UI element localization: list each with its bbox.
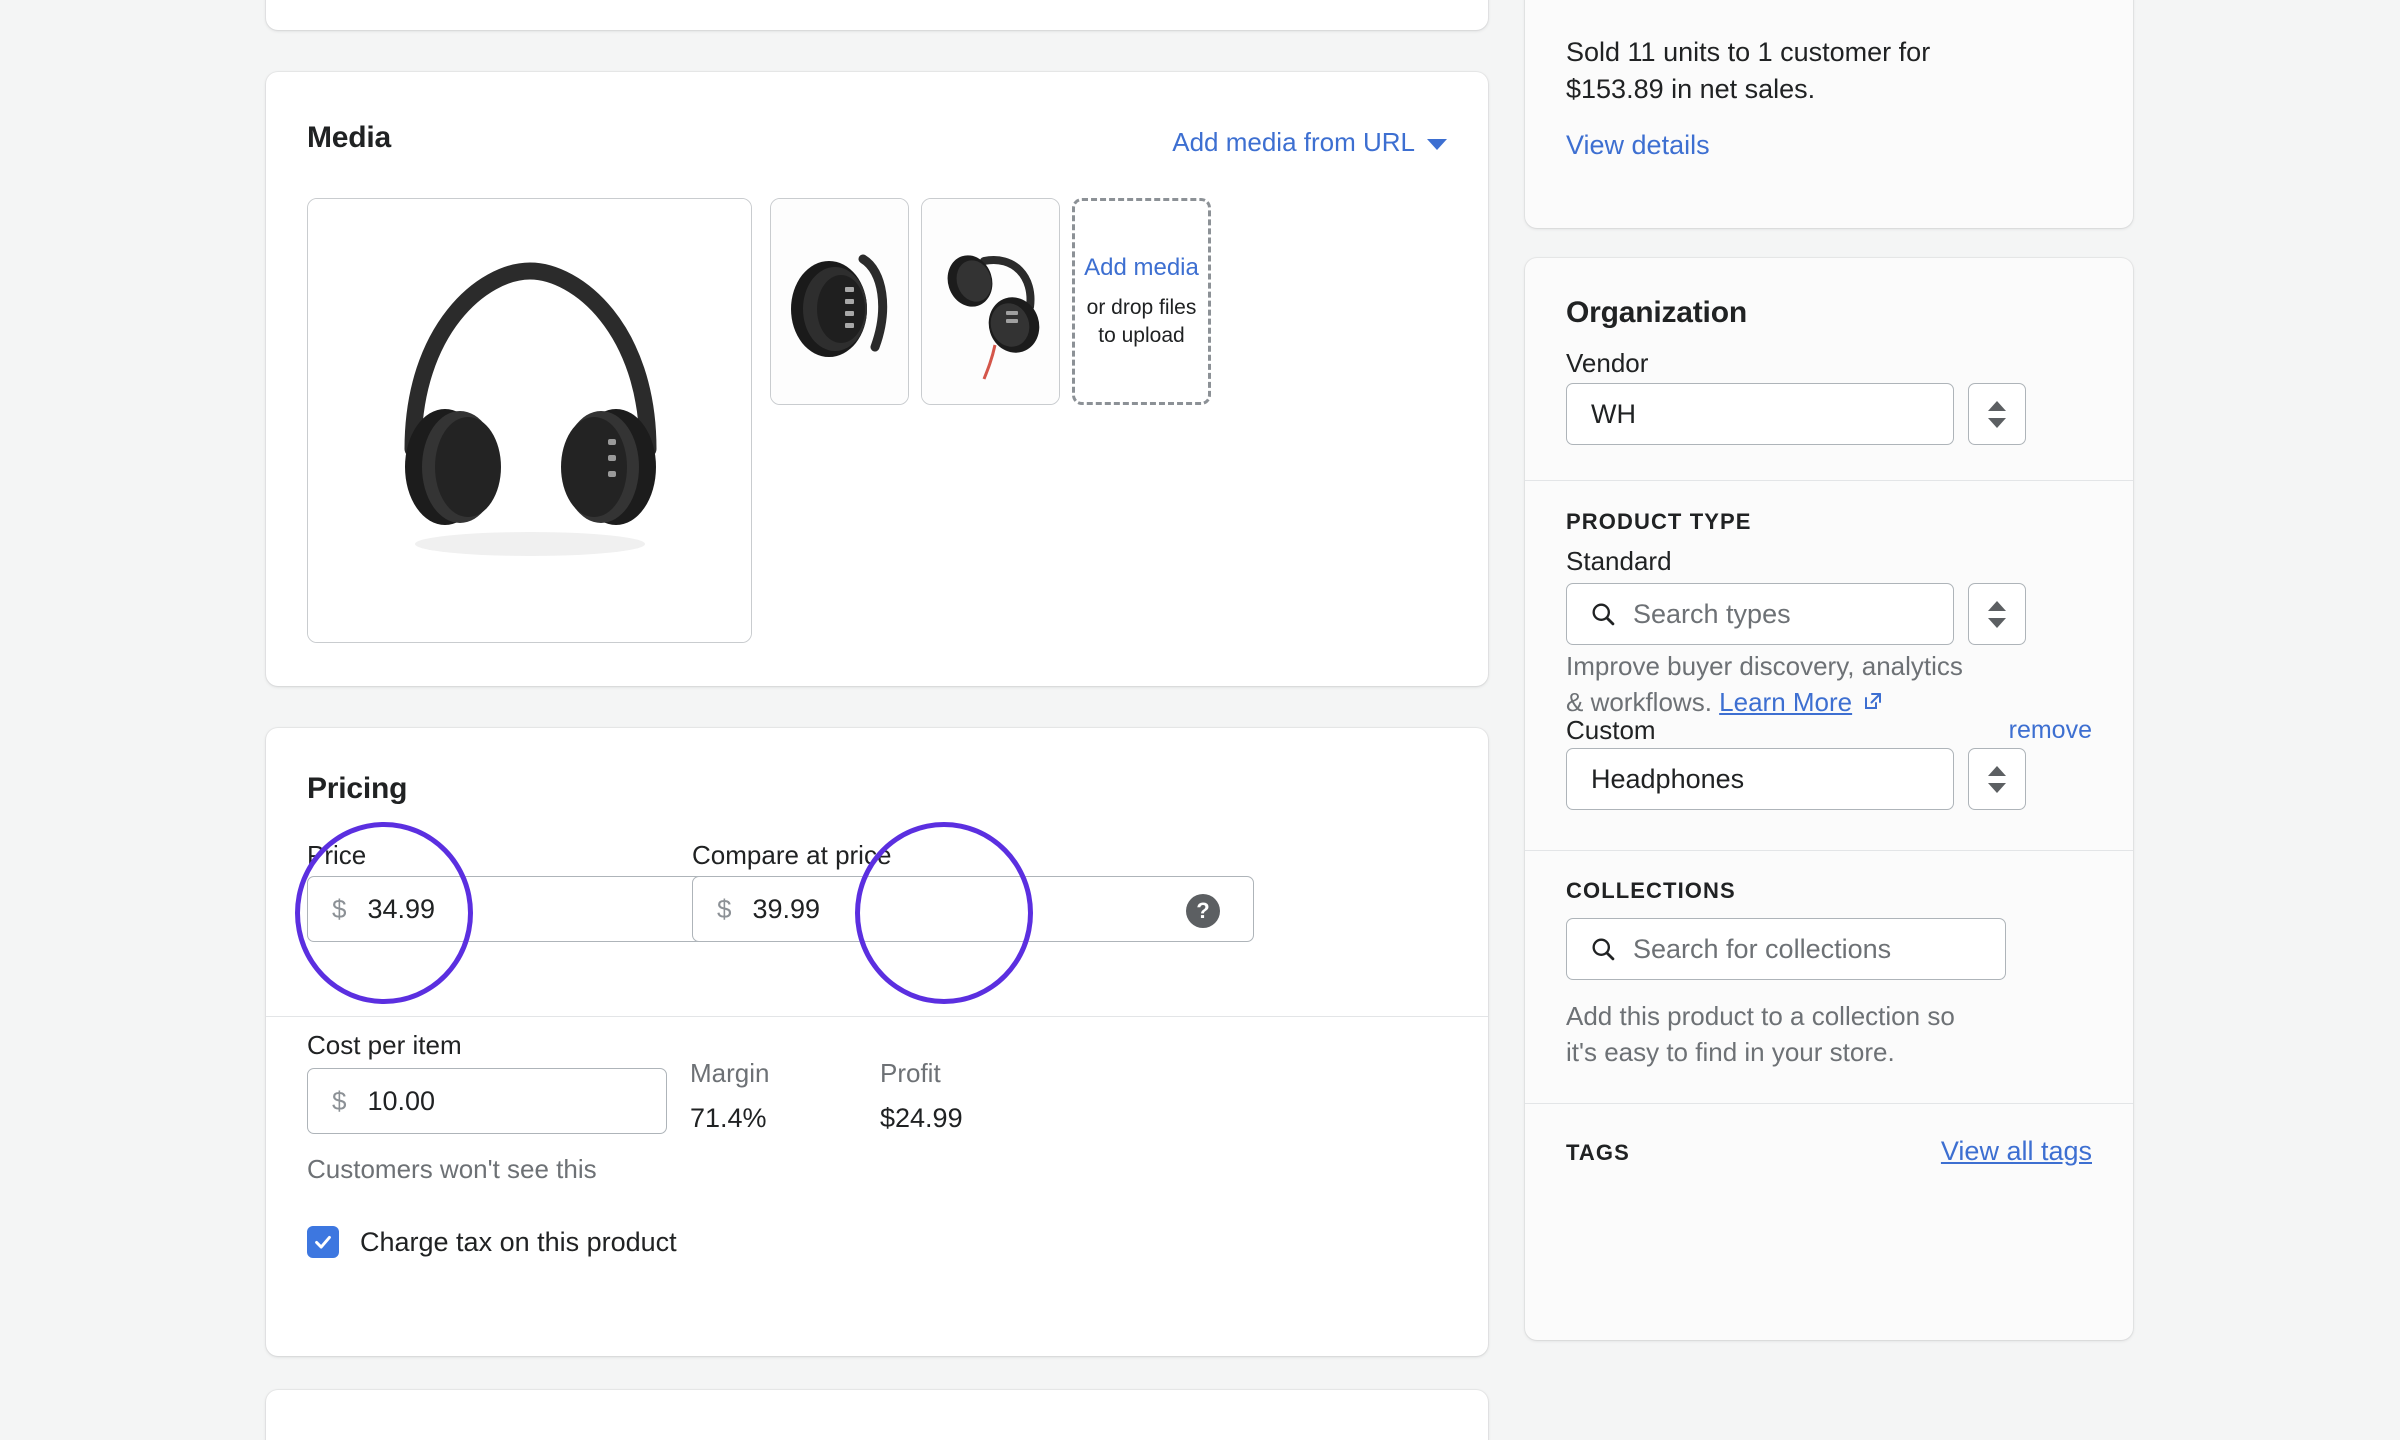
collections-placeholder: Search for collections bbox=[1633, 933, 1892, 964]
compare-price-value: 39.99 bbox=[752, 893, 821, 924]
custom-type-value: Headphones bbox=[1591, 763, 1745, 794]
headphones-side-icon bbox=[771, 199, 908, 404]
dropzone-hint: or drop files to upload bbox=[1086, 296, 1197, 347]
custom-label: Custom bbox=[1566, 715, 1656, 745]
view-all-tags-link[interactable]: View all tags bbox=[1941, 1136, 2092, 1167]
product-type-section-label: PRODUCT TYPE bbox=[1566, 509, 1752, 534]
price-currency-symbol: $ bbox=[332, 893, 347, 924]
chevron-down-icon bbox=[1988, 617, 2006, 628]
search-icon bbox=[1589, 600, 1617, 628]
vendor-stepper[interactable] bbox=[1968, 383, 2026, 445]
chevron-up-icon bbox=[1988, 600, 2006, 611]
pricing-card: Pricing Price $ 34.99 Compare at price $… bbox=[266, 728, 1488, 1356]
price-value: 34.99 bbox=[367, 893, 436, 924]
headphones-front-icon bbox=[308, 199, 751, 642]
product-type-stepper[interactable] bbox=[1968, 583, 2026, 645]
vendor-label: Vendor bbox=[1566, 348, 1649, 378]
compare-at-price-label: Compare at price bbox=[692, 840, 892, 870]
custom-type-stepper[interactable] bbox=[1968, 748, 2026, 810]
product-edit-page: Media Add media from URL Add media or dr… bbox=[0, 0, 2400, 1440]
add-media-link[interactable]: Add media bbox=[1084, 254, 1199, 282]
organization-card: Organization Vendor WH PRODUCT TYPE Stan… bbox=[1525, 258, 2133, 1340]
media-thumbnail-3[interactable] bbox=[921, 198, 1060, 405]
chevron-down-icon bbox=[1988, 417, 2006, 428]
price-label: Price bbox=[307, 840, 367, 870]
add-media-dropzone[interactable]: Add media or drop files to upload bbox=[1072, 198, 1211, 405]
divider bbox=[1525, 850, 2133, 851]
chevron-up-icon bbox=[1988, 765, 2006, 776]
compare-price-currency-symbol: $ bbox=[717, 893, 732, 924]
product-type-hint: Improve buyer discovery, analytics & wor… bbox=[1566, 648, 1976, 723]
search-types-placeholder: Search types bbox=[1633, 598, 1791, 629]
organization-title: Organization bbox=[1566, 296, 1747, 329]
add-media-from-url-label: Add media from URL bbox=[1172, 127, 1415, 157]
profit-value: $24.99 bbox=[880, 1103, 963, 1133]
vendor-input[interactable]: WH bbox=[1566, 383, 1954, 445]
divider bbox=[1525, 1103, 2133, 1104]
custom-type-input[interactable]: Headphones bbox=[1566, 748, 1954, 810]
add-media-from-url-button[interactable]: Add media from URL bbox=[1172, 127, 1447, 158]
cost-per-item-field[interactable]: $ 10.00 bbox=[307, 1068, 667, 1134]
cost-per-item-hint: Customers won't see this bbox=[307, 1154, 597, 1184]
card-above-partial bbox=[266, 0, 1488, 30]
standard-label: Standard bbox=[1566, 546, 1672, 576]
profit-label: Profit bbox=[880, 1058, 941, 1088]
chevron-down-icon bbox=[1427, 138, 1447, 150]
margin-label: Margin bbox=[690, 1058, 770, 1088]
collections-section-label: COLLECTIONS bbox=[1566, 878, 1736, 903]
margin-stat: Margin 71.4% bbox=[690, 1058, 769, 1134]
pricing-divider bbox=[266, 1016, 1488, 1017]
remove-custom-type-link[interactable]: remove bbox=[2009, 716, 2092, 745]
collections-search-input[interactable]: Search for collections bbox=[1566, 918, 2006, 980]
media-title: Media bbox=[307, 121, 392, 154]
cost-per-item-label: Cost per item bbox=[307, 1030, 462, 1060]
profit-stat: Profit $24.99 bbox=[880, 1058, 963, 1134]
sales-summary-text: Sold 11 units to 1 customer for $153.89 … bbox=[1566, 37, 1931, 105]
vendor-value: WH bbox=[1591, 398, 1636, 429]
cost-value: 10.00 bbox=[367, 1085, 436, 1116]
checkmark-icon bbox=[315, 1235, 331, 1249]
sales-summary-card: Sold 11 units to 1 customer for $153.89 … bbox=[1525, 0, 2133, 228]
chevron-down-icon bbox=[1988, 782, 2006, 793]
media-thumbnail-main[interactable] bbox=[307, 198, 752, 643]
collections-hint: Add this product to a collection so it's… bbox=[1566, 1001, 1955, 1068]
search-types-input[interactable]: Search types bbox=[1566, 583, 1954, 645]
charge-tax-row[interactable]: Charge tax on this product bbox=[307, 1226, 677, 1258]
external-link-icon bbox=[1861, 686, 1885, 722]
chevron-up-icon bbox=[1988, 400, 2006, 411]
tags-section-label: TAGS bbox=[1566, 1140, 1630, 1165]
margin-value: 71.4% bbox=[690, 1103, 767, 1133]
pricing-title: Pricing bbox=[307, 772, 408, 805]
divider bbox=[1525, 480, 2133, 481]
cost-currency-symbol: $ bbox=[332, 1085, 347, 1116]
search-icon bbox=[1589, 935, 1617, 963]
media-card: Media Add media from URL Add media or dr… bbox=[266, 72, 1488, 686]
charge-tax-label: Charge tax on this product bbox=[360, 1226, 677, 1257]
help-icon[interactable]: ? bbox=[1186, 894, 1220, 928]
headphones-angled-icon bbox=[922, 199, 1059, 404]
learn-more-link[interactable]: Learn More bbox=[1719, 687, 1852, 717]
view-details-link[interactable]: View details bbox=[1566, 130, 1710, 161]
compare-at-price-field[interactable]: $ 39.99 bbox=[692, 876, 1254, 942]
card-below-partial bbox=[266, 1390, 1488, 1440]
media-thumbnail-2[interactable] bbox=[770, 198, 909, 405]
charge-tax-checkbox[interactable] bbox=[307, 1226, 339, 1258]
